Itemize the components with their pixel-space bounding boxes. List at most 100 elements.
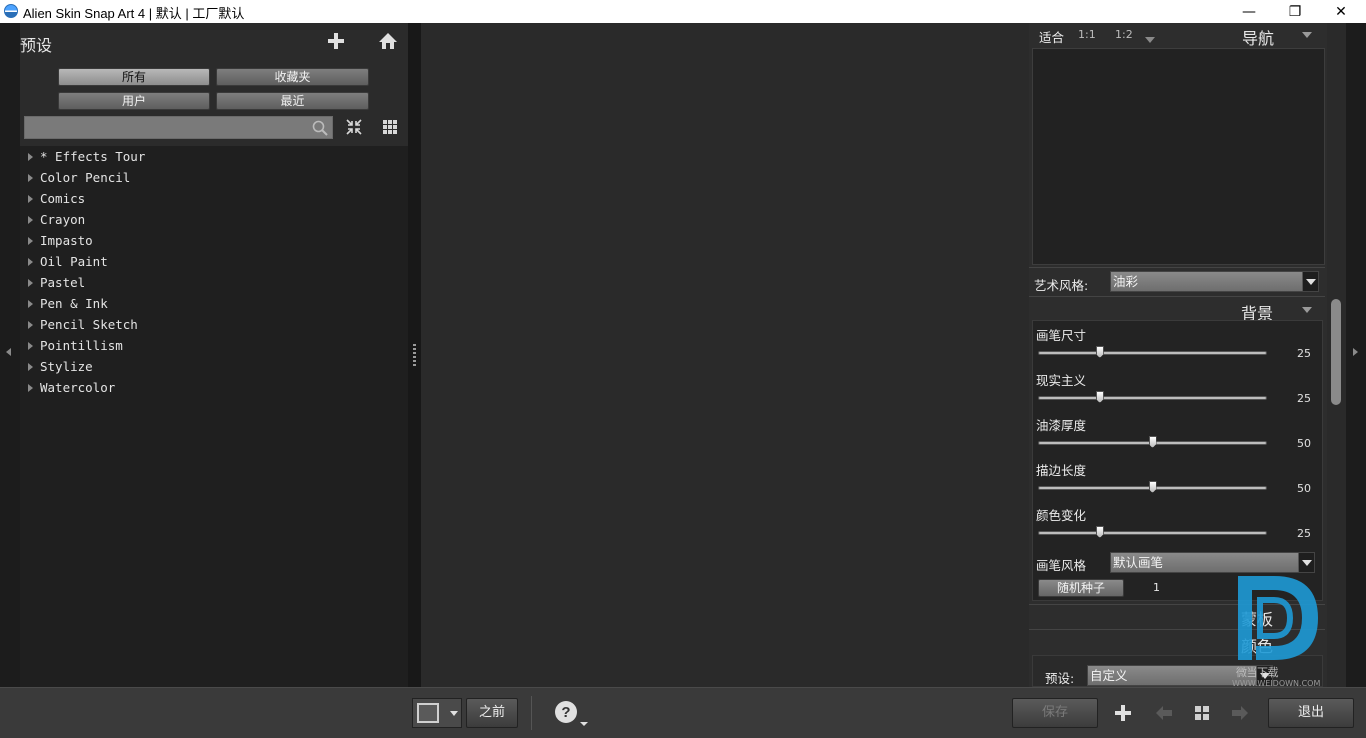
- color-variation-slider[interactable]: [1038, 531, 1267, 535]
- preset-category-item[interactable]: Pastel: [20, 272, 400, 293]
- preset-category-item[interactable]: Watercolor: [20, 377, 400, 398]
- collapse-left-icon: [6, 348, 11, 356]
- preset-category-label: * Effects Tour: [40, 149, 146, 164]
- stroke-length-slider-thumb[interactable]: [1148, 481, 1157, 493]
- image-canvas[interactable]: [421, 23, 1029, 687]
- view-mode-button[interactable]: [412, 698, 462, 728]
- color-variation-label: 颜色变化: [1036, 508, 1087, 523]
- chevron-down-icon: [450, 711, 458, 716]
- realism-slider[interactable]: [1038, 396, 1267, 400]
- expand-arrow-icon: [28, 152, 33, 161]
- search-icon: [312, 120, 328, 136]
- expand-arrow-icon: [28, 257, 33, 266]
- random-seed-value: 1: [1153, 581, 1160, 594]
- preset-search-input[interactable]: [24, 116, 333, 139]
- presets-title: 预设: [20, 36, 53, 55]
- right-collapse-strip[interactable]: [1346, 23, 1366, 687]
- preset-category-item[interactable]: Comics: [20, 188, 400, 209]
- add-preset-button[interactable]: [327, 32, 345, 50]
- brush-size-slider-thumb[interactable]: [1095, 346, 1104, 358]
- brush-style-select[interactable]: 默认画笔: [1110, 552, 1315, 573]
- minimize-button[interactable]: —: [1226, 0, 1272, 23]
- filter-all-button[interactable]: 所有: [58, 68, 210, 86]
- expand-arrow-icon: [28, 341, 33, 350]
- navigator-preview[interactable]: [1032, 48, 1325, 265]
- exit-button[interactable]: 退出: [1268, 698, 1354, 728]
- stroke-length-label: 描边长度: [1036, 463, 1087, 478]
- grid-icon: [383, 120, 397, 134]
- before-button[interactable]: 之前: [466, 698, 518, 728]
- preset-category-item[interactable]: Pen & Ink: [20, 293, 400, 314]
- expand-arrow-icon: [28, 194, 33, 203]
- expand-arrow-icon: [28, 173, 33, 182]
- preset-category-label: Pastel: [40, 275, 86, 290]
- filter-recent-button[interactable]: 最近: [216, 92, 369, 110]
- brush-size-slider[interactable]: [1038, 351, 1267, 355]
- preset-category-item[interactable]: * Effects Tour: [20, 146, 400, 167]
- home-icon: [379, 33, 397, 49]
- preset-category-item[interactable]: Stylize: [20, 356, 400, 377]
- panel-splitter[interactable]: [408, 23, 421, 687]
- paint-thickness-slider-thumb[interactable]: [1148, 436, 1157, 448]
- watermark-brand: 微当下载: [1236, 666, 1279, 679]
- collapse-background-icon[interactable]: [1302, 307, 1312, 313]
- scrollbar-thumb[interactable]: [1331, 299, 1341, 405]
- help-icon: ?: [555, 701, 588, 726]
- art-style-select[interactable]: 油彩: [1110, 271, 1319, 292]
- watermark-d-icon: [1238, 576, 1318, 660]
- stroke-length-value: 50: [1297, 482, 1311, 495]
- preset-category-label: Stylize: [40, 359, 93, 374]
- expand-arrow-icon: [28, 278, 33, 287]
- left-collapse-strip[interactable]: [0, 23, 20, 687]
- watermark-logo: 微当下载 WWW.WEIDOWN.COM: [1232, 572, 1332, 692]
- zoom-1-1-button[interactable]: 1:1: [1078, 28, 1096, 41]
- brush-size-value: 25: [1297, 347, 1311, 360]
- preset-category-label: Comics: [40, 191, 86, 206]
- restore-button[interactable]: ❐: [1272, 0, 1318, 23]
- save-button[interactable]: 保存: [1012, 698, 1098, 728]
- art-style-label: 艺术风格:: [1034, 278, 1089, 293]
- color-preset-value: 自定义: [1090, 668, 1128, 683]
- preset-category-item[interactable]: Pointillism: [20, 335, 400, 356]
- navigator-header: 适合 1:1 1:2 导航: [1029, 23, 1325, 48]
- navigator-title: 导航: [1242, 29, 1275, 48]
- background-controls: 画笔尺寸 25 现实主义 25 油漆厚度 50 描边长度 50 颜色变化 25 …: [1032, 320, 1323, 601]
- divider: [1029, 296, 1325, 297]
- preset-category-item[interactable]: Pencil Sketch: [20, 314, 400, 335]
- preset-category-label: Pointillism: [40, 338, 123, 353]
- zoom-fit-button[interactable]: 适合: [1039, 27, 1064, 46]
- close-button[interactable]: ✕: [1318, 0, 1364, 23]
- expand-arrow-icon: [28, 320, 33, 329]
- zoom-1-2-button[interactable]: 1:2: [1115, 28, 1133, 41]
- random-seed-button[interactable]: 随机种子: [1038, 579, 1124, 597]
- preset-category-item[interactable]: Impasto: [20, 230, 400, 251]
- filter-favorites-button[interactable]: 收藏夹: [216, 68, 369, 86]
- home-button[interactable]: [378, 31, 398, 51]
- preset-category-item[interactable]: Oil Paint: [20, 251, 400, 272]
- previous-button[interactable]: [1156, 706, 1172, 720]
- svg-text:?: ?: [561, 704, 570, 721]
- realism-label: 现实主义: [1036, 373, 1087, 388]
- add-button[interactable]: [1114, 704, 1132, 722]
- art-style-value: 油彩: [1113, 274, 1139, 289]
- title-bar: Alien Skin Snap Art 4 | 默认 | 工厂默认 — ❐ ✕: [0, 0, 1366, 23]
- help-button[interactable]: ?: [554, 700, 592, 728]
- collapse-navigator-icon[interactable]: [1302, 32, 1312, 38]
- preset-category-item[interactable]: Crayon: [20, 209, 400, 230]
- next-button[interactable]: [1232, 706, 1248, 720]
- paint-thickness-value: 50: [1297, 437, 1311, 450]
- presets-header: 预设: [20, 23, 408, 61]
- compare-grid-button[interactable]: [1194, 705, 1210, 721]
- collapse-all-button[interactable]: [345, 118, 363, 136]
- grid-view-button[interactable]: [382, 119, 398, 135]
- collapse-right-icon: [1353, 348, 1358, 356]
- filter-user-button[interactable]: 用户: [58, 92, 210, 110]
- chevron-down-icon: [1298, 553, 1314, 572]
- preset-category-item[interactable]: Color Pencil: [20, 167, 400, 188]
- zoom-dropdown-icon[interactable]: [1145, 37, 1155, 43]
- expand-arrow-icon: [28, 362, 33, 371]
- color-variation-slider-thumb[interactable]: [1095, 526, 1104, 538]
- bottom-toolbar: 之前 ? 保存 退出: [0, 687, 1366, 738]
- realism-slider-thumb[interactable]: [1095, 391, 1104, 403]
- single-view-icon: [417, 703, 439, 723]
